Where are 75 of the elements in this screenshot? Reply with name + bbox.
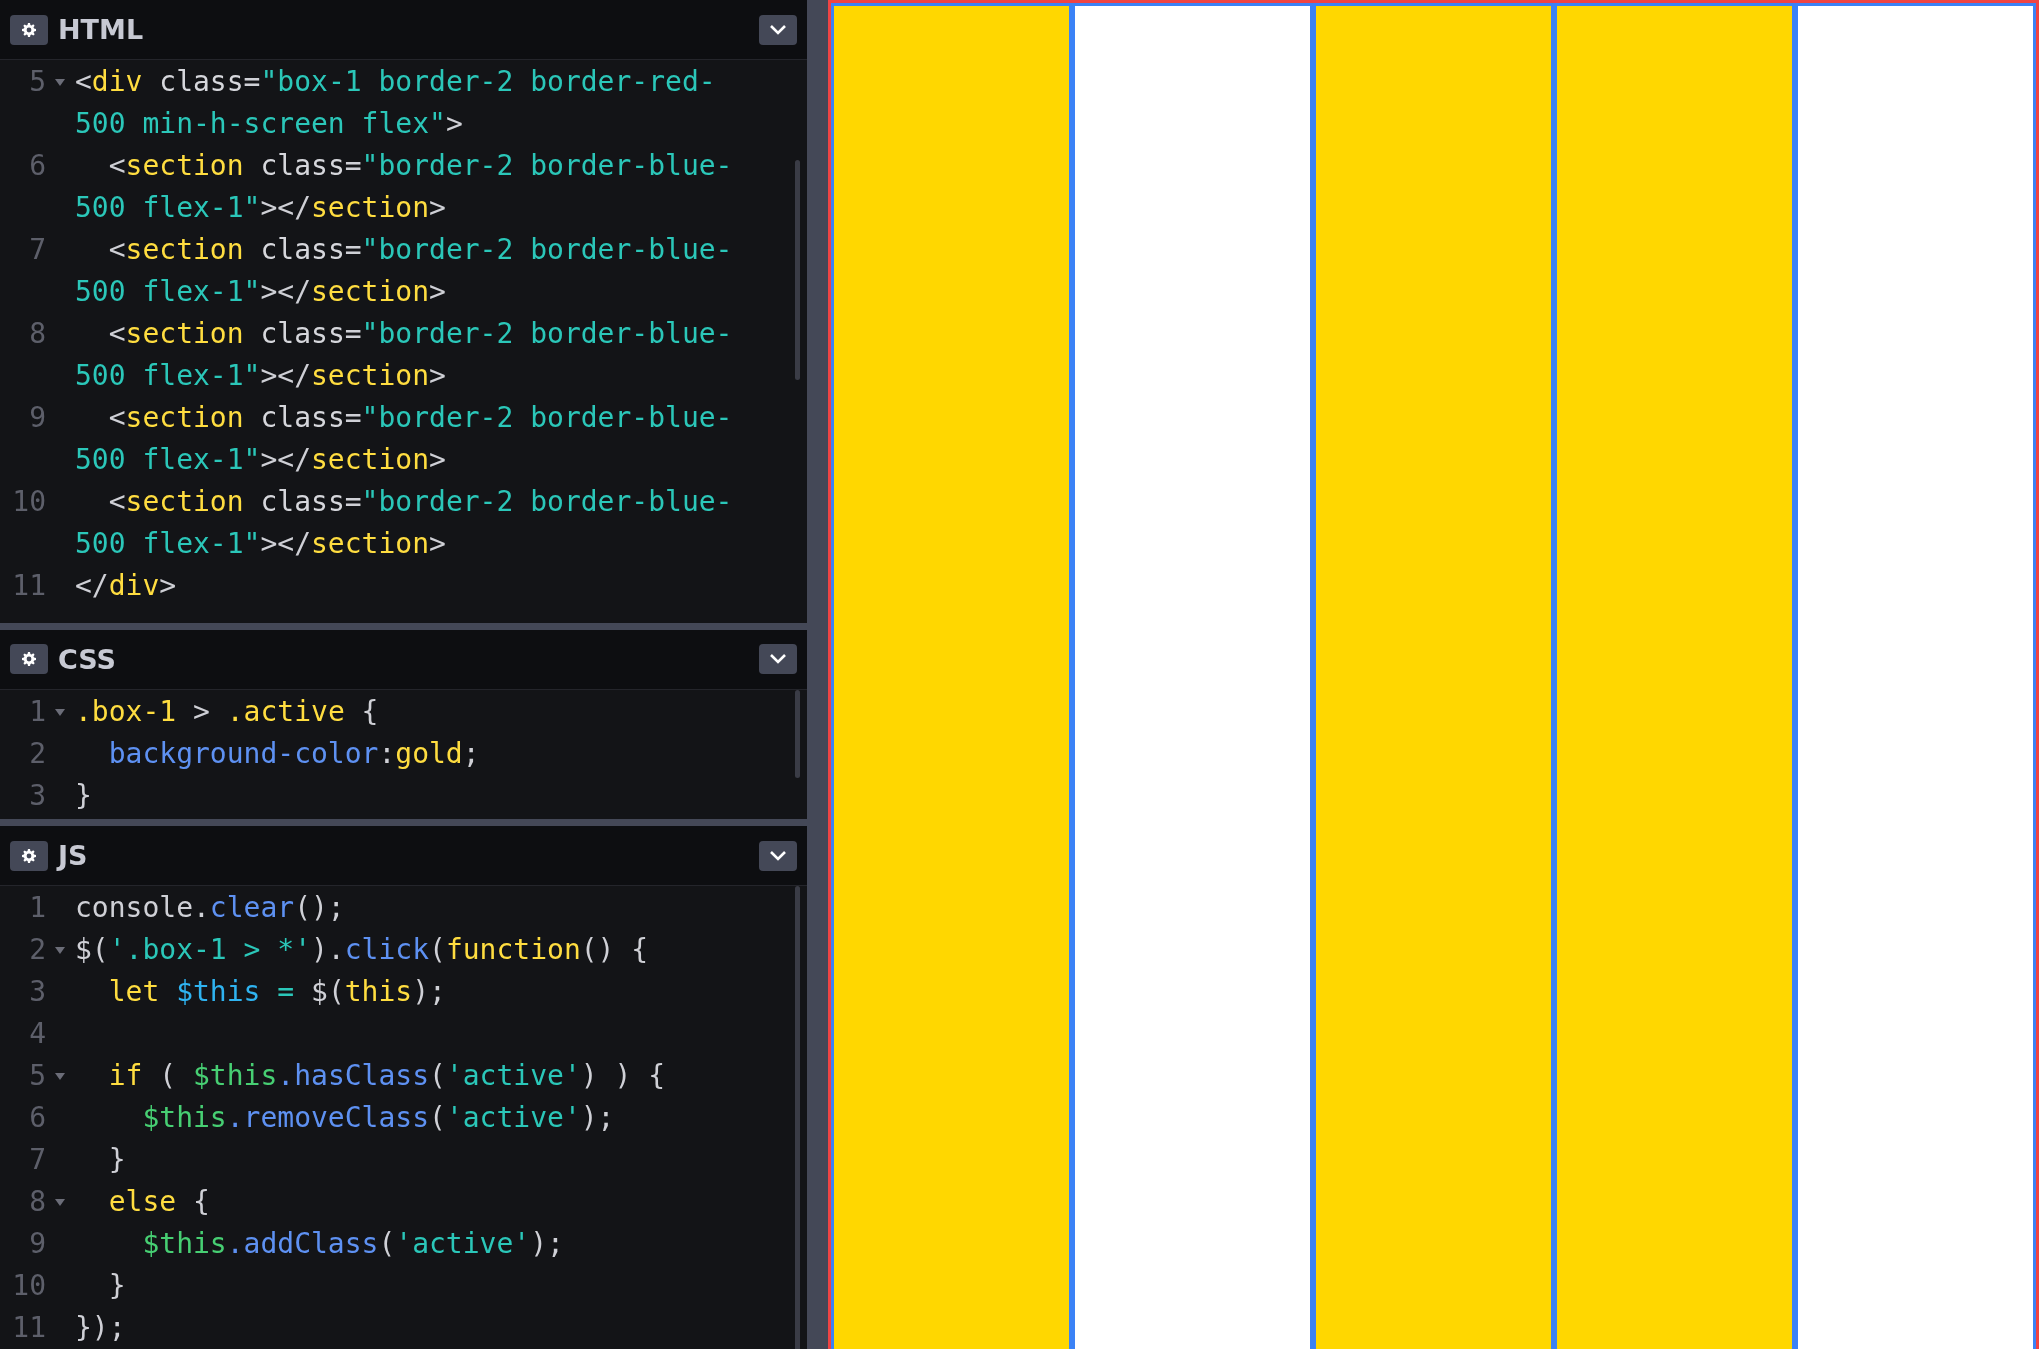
code-line: let $this = $(this); (107, 974, 446, 1010)
editor-title: JS (58, 840, 88, 871)
settings-icon (21, 21, 37, 38)
line-number: 4 (28, 1016, 46, 1052)
line-number: 1 (28, 693, 46, 730)
code-line: else { (107, 1184, 210, 1220)
code-line: $this.addClass('active'); (141, 1226, 564, 1262)
editor-title: CSS (58, 643, 116, 675)
line-number: 6 (28, 148, 46, 184)
code-line: </div> (75, 568, 177, 604)
collapse-button[interactable] (759, 644, 797, 675)
code-line: <section class="border-2 border-blue- (107, 484, 733, 520)
settings-button[interactable] (10, 840, 48, 871)
code-line: } (75, 777, 92, 814)
line-number: 2 (28, 735, 46, 772)
code-line: <div class="box-1 border-2 border-red- (75, 64, 716, 100)
fold-arrow-icon[interactable] (55, 1199, 65, 1206)
line-number: 3 (28, 974, 46, 1010)
line-number: 5 (28, 1058, 46, 1094)
line-number: 8 (28, 1184, 46, 1220)
flex-section[interactable] (1554, 3, 1795, 1349)
collapse-button[interactable] (759, 840, 797, 871)
code-line: if ( $this.hasClass('active') ) { (107, 1058, 666, 1094)
code-line: $('.box-1 > *').click(function() { (75, 932, 649, 968)
settings-button[interactable] (10, 644, 48, 675)
line-number: 6 (28, 1100, 46, 1136)
line-number: 7 (28, 1142, 46, 1178)
line-number: 2 (28, 932, 46, 968)
code-line: } (107, 1142, 126, 1178)
line-number: 8 (28, 316, 46, 352)
code-line: 500 flex-1"></section> (75, 190, 447, 226)
line-number: 9 (28, 400, 46, 436)
code-line: console.clear(); (75, 890, 345, 926)
code-line: $this.removeClass('active'); (141, 1100, 615, 1136)
settings-icon (21, 651, 37, 668)
fold-arrow-icon[interactable] (55, 708, 65, 716)
line-number: 10 (11, 484, 46, 520)
code-line: <section class="border-2 border-blue- (107, 316, 733, 352)
line-number: 10 (11, 1268, 46, 1304)
code-line: .box-1 > .active { (75, 693, 379, 730)
code-line: 500 min-h-screen flex"> (75, 106, 464, 142)
chevron-down-icon (769, 23, 787, 36)
code-line: background-color:gold; (107, 735, 480, 772)
code-line: <section class="border-2 border-blue- (107, 232, 733, 268)
line-number: 11 (11, 568, 46, 604)
line-number: 5 (28, 64, 46, 100)
code-line: 500 flex-1"></section> (75, 274, 447, 310)
scrollbar[interactable] (795, 886, 800, 1349)
code-line: <section class="border-2 border-blue- (107, 400, 733, 436)
flex-section[interactable] (1072, 3, 1313, 1349)
code-line: }); (75, 1310, 126, 1346)
chevron-down-icon (769, 653, 787, 666)
line-number: 3 (28, 777, 46, 814)
code-line: 500 flex-1"></section> (75, 358, 447, 394)
fold-arrow-icon[interactable] (55, 947, 65, 954)
editor-title: HTML (58, 14, 144, 45)
scrollbar[interactable] (795, 160, 800, 380)
code-line: } (107, 1268, 126, 1304)
code-line: <section class="border-2 border-blue- (107, 148, 733, 184)
line-number: 9 (28, 1226, 46, 1262)
code-line: 500 flex-1"></section> (75, 526, 447, 562)
line-number: 7 (28, 232, 46, 268)
flex-section[interactable] (1313, 3, 1554, 1349)
scrollbar[interactable] (795, 689, 800, 778)
settings-icon (21, 847, 37, 864)
line-number: 1 (28, 890, 46, 926)
fold-arrow-icon[interactable] (55, 79, 65, 86)
flex-section[interactable] (831, 3, 1072, 1349)
collapse-button[interactable] (759, 14, 797, 45)
line-number: 11 (11, 1310, 46, 1346)
chevron-down-icon (769, 849, 787, 862)
settings-button[interactable] (10, 14, 48, 45)
code-line: 500 flex-1"></section> (75, 442, 447, 478)
flex-section[interactable] (1795, 3, 2036, 1349)
fold-arrow-icon[interactable] (55, 1073, 65, 1080)
